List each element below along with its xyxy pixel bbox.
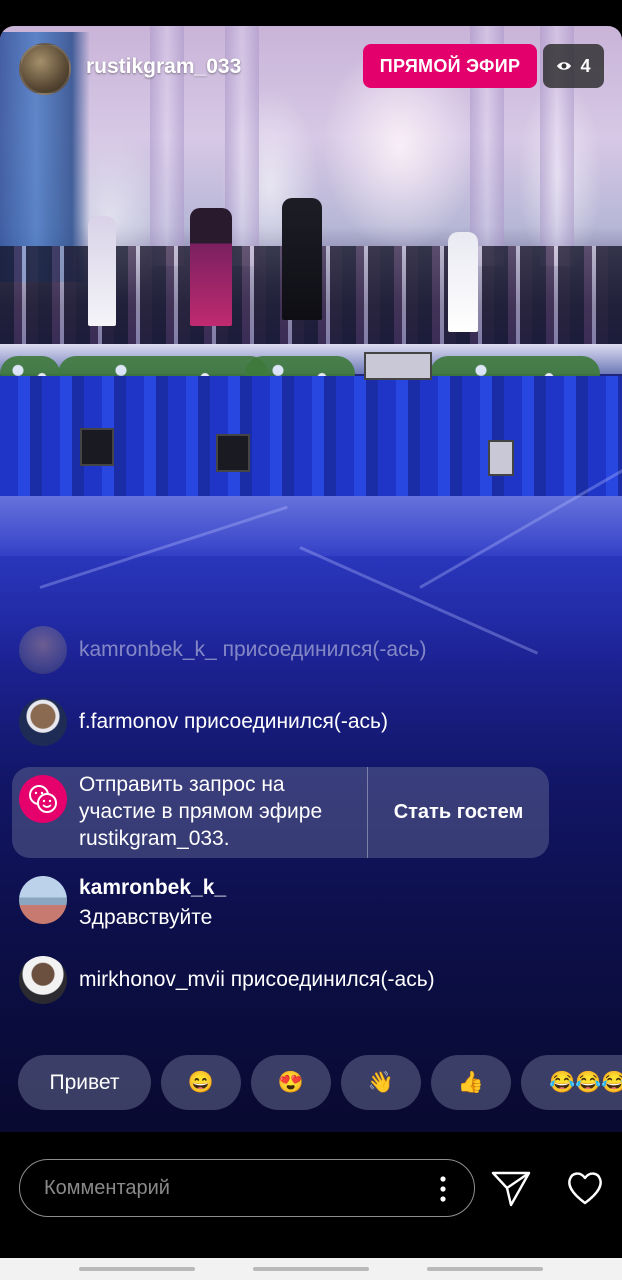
comment-input[interactable]: Комментарий [19,1159,475,1217]
faces-icon [19,775,67,823]
performer [88,216,116,326]
quick-reply-chip[interactable]: Привет [18,1055,151,1110]
avatar[interactable] [19,626,67,674]
more-options-icon[interactable] [440,1176,446,1202]
eye-icon [557,62,572,70]
quick-reply-chip[interactable]: 😂😂😂 [521,1055,622,1110]
quick-reply-chip[interactable]: 😍 [251,1055,331,1110]
send-direct-icon[interactable] [491,1170,531,1208]
conductor [282,198,322,320]
singer [190,208,232,326]
comment-text: f.farmonov присоединился(-ась) [79,710,388,733]
nav-pill[interactable] [253,1267,369,1271]
live-badge: ПРЯМОЙ ЭФИР [363,44,537,88]
comment-join[interactable]: kamronbek_k_ присоединился(-ась) [19,626,427,674]
performer [448,232,478,332]
guest-request-card: Отправить запрос на участие в прямом эфи… [12,767,549,858]
comment-text: mirkhonov_mvii присоединился(-ась) [79,968,435,991]
nav-pill[interactable] [79,1267,195,1271]
status-strip [0,0,622,26]
comment-text: kamronbek_k_ присоединился(-ась) [79,638,427,661]
heart-icon[interactable] [566,1170,604,1206]
nav-pill[interactable] [427,1267,543,1271]
quick-reply-chip[interactable]: 👋 [341,1055,421,1110]
avatar[interactable] [19,876,67,924]
comment-join[interactable]: mirkhonov_mvii присоединился(-ась) [19,956,435,1004]
speaker [216,434,250,472]
request-text: Отправить запрос на участие в прямом эфи… [79,773,323,850]
speaker [364,352,432,380]
quick-reply-chip[interactable]: 👍 [431,1055,511,1110]
avatar[interactable] [19,956,67,1004]
avatar[interactable] [19,698,67,746]
quick-reply-chip[interactable]: 😄 [161,1055,241,1110]
become-guest-button[interactable]: Стать гостем [368,767,549,858]
comment-text: Здравствуйте [79,906,213,929]
comment-message[interactable]: kamronbek_k_ Здравствуйте [19,876,226,931]
quick-replies: Привет 😄 😍 👋 👍 😂😂😂 [18,1055,622,1110]
comment-username[interactable]: kamronbek_k_ [79,875,226,901]
host-username[interactable]: rustikgram_033 [86,55,241,79]
speaker [488,440,514,476]
host-avatar[interactable] [19,43,71,95]
viewer-count: 4 [580,55,591,76]
viewer-count-button[interactable]: 4 [543,44,604,88]
system-nav-bar [0,1258,622,1280]
comment-placeholder: Комментарий [44,1177,170,1199]
comment-join[interactable]: f.farmonov присоединился(-ась) [19,698,388,746]
speaker [80,428,114,466]
